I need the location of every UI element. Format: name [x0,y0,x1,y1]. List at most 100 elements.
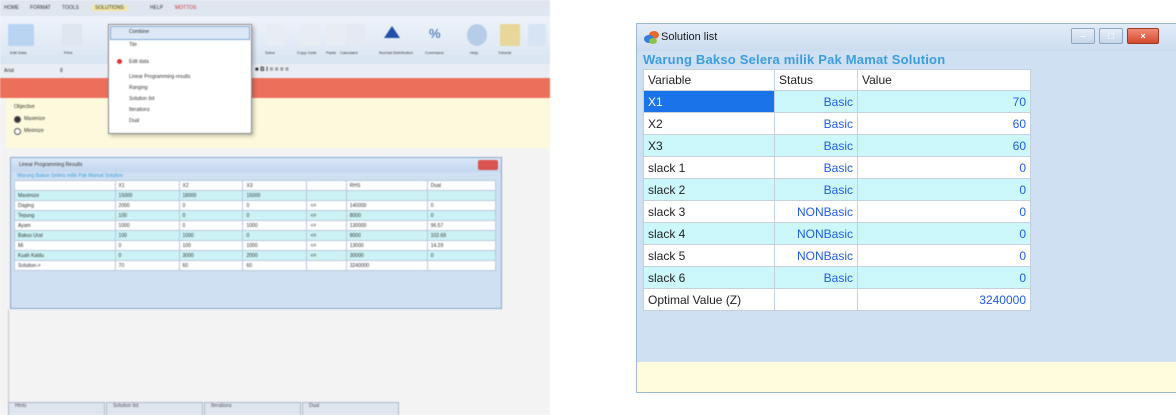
menu-solutions[interactable]: SOLUTIONS [92,5,127,11]
value-cell[interactable]: 0 [857,156,1031,179]
print-button[interactable] [62,24,82,46]
menu-item-dual[interactable]: Dual [129,118,139,124]
lp-cell: 60 [242,260,308,271]
lp-cell: Ayam [14,220,116,231]
normal-distribution-button[interactable] [383,24,401,46]
minimize-button[interactable]: – [1071,28,1095,44]
table-row[interactable]: X1 Basic 70 [643,90,1031,113]
maximize-button[interactable]: □ [1099,28,1123,44]
lp-results-subtitle: Warung Bakso Selera milik Pak Mamat Solu… [17,173,123,179]
lp-header-cell: RHS [345,180,428,191]
variable-cell[interactable]: slack 5 [643,244,775,267]
solve-label: Solve [265,50,276,55]
more-button[interactable] [528,24,546,46]
lp-header-cell: X2 [178,180,244,191]
bold-italic-align-icons[interactable]: ■ B I ≡ ≡ ≡ ≡ [255,67,289,73]
value-cell[interactable]: 60 [857,134,1031,157]
table-row[interactable]: slack 4 NONBasic 0 [643,222,1031,245]
table-row[interactable]: Optimal Value (Z) 3240000 [643,288,1031,311]
variable-cell[interactable]: X3 [643,134,775,157]
font-size-select[interactable]: 8 [60,68,63,74]
table-row[interactable]: slack 3 NONBasic 0 [643,200,1031,223]
variable-cell[interactable]: slack 1 [643,156,775,179]
status-cell[interactable]: Basic [774,134,858,157]
lp-cell: 1000 [242,220,308,231]
solve-button[interactable] [265,24,285,46]
variable-cell[interactable]: X1 [643,90,775,113]
value-cell[interactable]: 0 [857,222,1031,245]
menu-format[interactable]: FORMAT [30,5,51,11]
variable-cell[interactable]: slack 4 [643,222,775,245]
lp-cell [306,190,347,201]
menu-home[interactable]: HOME [4,5,19,11]
menu-item-tile[interactable]: Tile [129,42,137,48]
menu-mottos[interactable]: MOTTOS [175,5,196,11]
app-icon [644,31,659,44]
table-row[interactable]: X2 Basic 60 [643,112,1031,135]
close-button[interactable]: × [1127,28,1159,44]
minimize-radio[interactable] [14,128,21,135]
lp-cell: 0 [178,220,244,231]
status-cell[interactable]: Basic [774,178,858,201]
table-row[interactable]: slack 1 Basic 0 [643,156,1031,179]
lp-cell: 3240000 [345,260,428,271]
command-button[interactable]: % [425,24,445,46]
solution-list-titlebar[interactable]: Solution list – □ × [637,24,1176,51]
tutorial-button[interactable] [500,24,520,46]
status-cell[interactable]: NONBasic [774,244,858,267]
menu-item-iterations[interactable]: Iterations [129,107,150,113]
copy-cells-button[interactable] [300,24,320,46]
lp-cell: 8000 [345,210,428,221]
font-name-select[interactable]: Arial [4,68,14,74]
status-cell[interactable]: NONBasic [774,222,858,245]
variable-cell[interactable]: Optimal Value (Z) [643,288,775,311]
table-row[interactable]: slack 5 NONBasic 0 [643,244,1031,267]
variable-cell[interactable]: slack 3 [643,200,775,223]
value-cell[interactable]: 70 [857,90,1031,113]
menu-item-lp-results[interactable]: Linear Programming results [129,74,190,80]
lp-cell: 0 [114,240,180,251]
lp-row: Maximize 15000 18000 15000 [14,190,497,201]
lp-cell: <= [306,200,347,211]
value-cell[interactable]: 0 [857,178,1031,201]
value-cell[interactable]: 0 [857,200,1031,223]
status-cell[interactable]: Basic [774,156,858,179]
menu-item-solution-list[interactable]: Solution list [129,96,155,102]
menu-tools[interactable]: TOOLS [62,5,79,11]
value-cell[interactable]: 3240000 [857,288,1031,311]
help-button[interactable] [467,24,487,46]
table-row[interactable]: X3 Basic 60 [643,134,1031,157]
value-cell[interactable]: 60 [857,112,1031,135]
calculator-button[interactable] [345,24,365,46]
status-cell-dual: Dual [302,402,399,415]
status-cell[interactable]: Basic [774,266,858,289]
menu-item-combine[interactable]: Combine [129,29,149,35]
lp-close-button[interactable] [478,160,498,170]
objective-panel: Objective Maximize Minimize [6,98,550,148]
maximize-radio[interactable] [14,116,21,123]
menu-item-ranging[interactable]: Ranging [129,85,148,91]
edit-data-button[interactable] [8,24,34,46]
variable-cell[interactable]: X2 [643,112,775,135]
lp-cell: 15000 [114,190,180,201]
solution-list-window: Solution list – □ × Warung Bakso Selera … [636,23,1176,393]
table-row[interactable]: slack 2 Basic 0 [643,178,1031,201]
menu-help[interactable]: HELP [150,5,163,11]
edit-data-label: Edit Data [10,50,27,55]
lp-cell: 0 [426,210,497,221]
status-cell[interactable]: Basic [774,90,858,113]
value-cell[interactable]: 0 [857,266,1031,289]
lp-cell: 1000 [178,230,244,241]
variable-cell[interactable]: slack 2 [643,178,775,201]
lp-row: Mi 0 100 1000 <= 13000 14.29 [14,240,497,251]
status-cell[interactable] [774,288,858,311]
menu-item-edit-data[interactable]: Edit data [129,59,149,65]
paste-button[interactable] [325,24,345,46]
lp-cell: Mi [14,240,116,251]
value-cell[interactable]: 0 [857,244,1031,267]
variable-cell[interactable]: slack 6 [643,266,775,289]
status-cell[interactable]: Basic [774,112,858,135]
status-cell-hints: Hints [8,402,105,415]
table-row[interactable]: slack 6 Basic 0 [643,266,1031,289]
status-cell[interactable]: NONBasic [774,200,858,223]
